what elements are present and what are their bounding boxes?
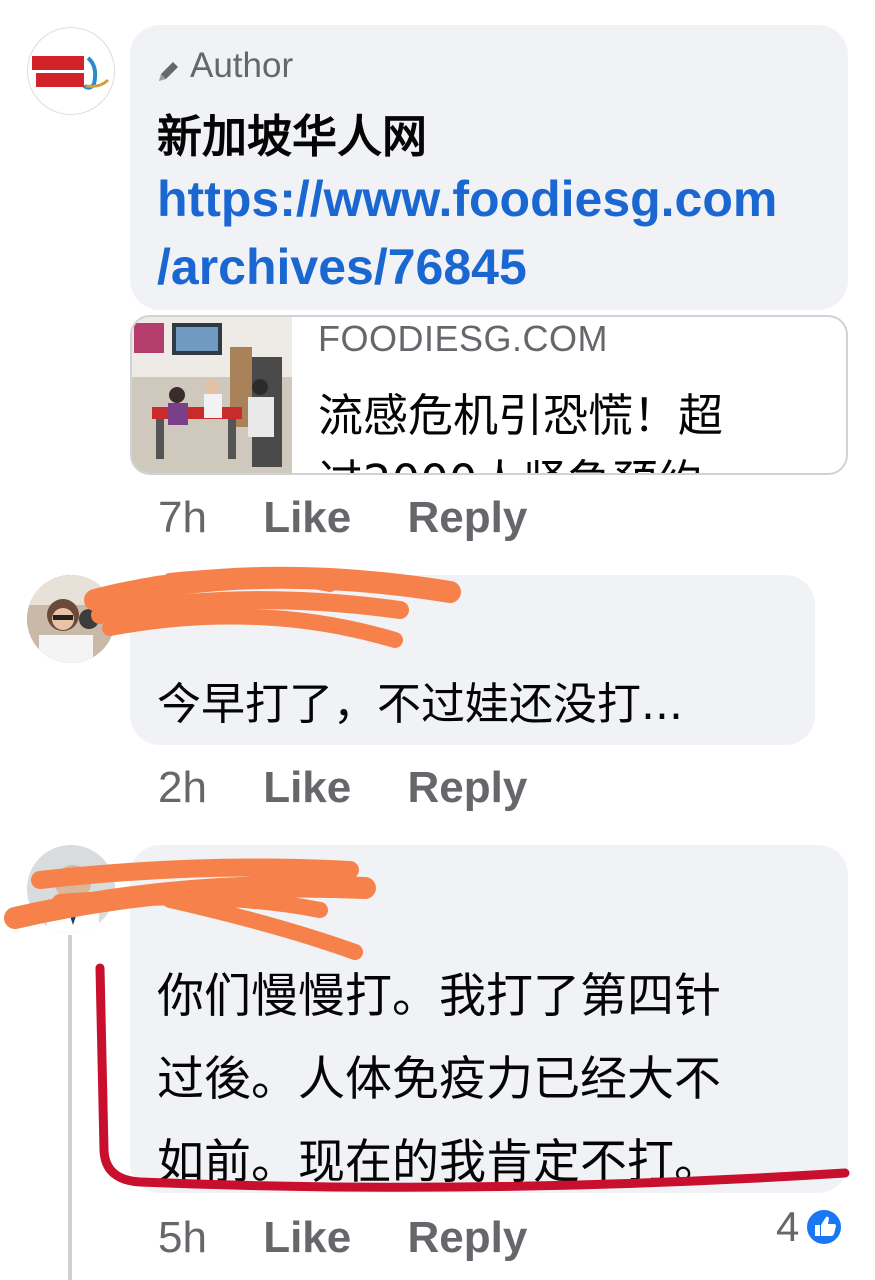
red-underline-marker	[95, 963, 850, 1192]
redaction-scribble	[4, 566, 850, 1192]
